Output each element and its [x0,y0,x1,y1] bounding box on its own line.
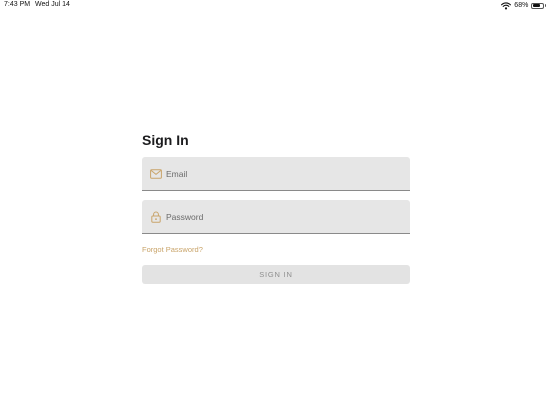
battery-percent: 68% [514,2,529,9]
page-title: Sign In [142,132,189,148]
battery-body [531,2,545,9]
wifi-icon [501,1,512,10]
lock-icon [150,211,162,223]
email-input[interactable] [166,163,410,184]
sign-in-form: Sign In Forgot Password? SIGN IN [142,131,410,284]
status-bar: 7:43 PM Wed Jul 14 68% [0,0,552,12]
password-input[interactable] [166,206,410,227]
battery-fill [533,4,540,7]
status-date: Wed Jul 14 [35,1,70,8]
status-indicators: 68% [501,1,546,10]
mail-icon [150,168,162,180]
forgot-password-link[interactable]: Forgot Password? [142,245,203,254]
email-field[interactable] [142,157,410,191]
sign-in-button[interactable]: SIGN IN [142,265,410,284]
battery-icon [531,2,546,9]
battery-cap [544,4,546,7]
status-time: 7:43 PM [4,1,31,8]
password-field[interactable] [142,200,410,234]
